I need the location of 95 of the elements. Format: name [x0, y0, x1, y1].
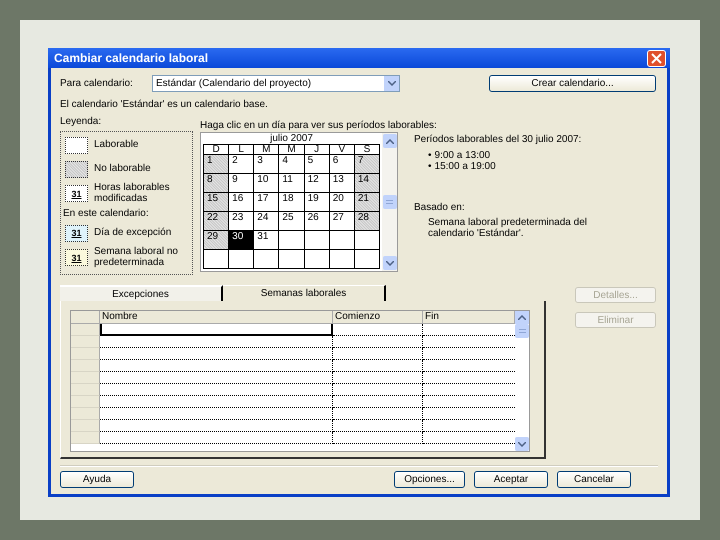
- legend-swatch: 31: [65, 249, 88, 266]
- empty-day-cell: [279, 231, 305, 250]
- scroll-bar[interactable]: [382, 133, 397, 271]
- calendar-day[interactable]: 29: [204, 231, 230, 250]
- empty-day-cell: [330, 250, 355, 269]
- row-header: [71, 384, 100, 396]
- scroll-thumb[interactable]: [515, 324, 529, 338]
- bullet-icon: •: [428, 150, 432, 161]
- close-button[interactable]: [647, 50, 666, 66]
- legend-label: Laborable: [94, 140, 138, 150]
- dialog-button[interactable]: Cancelar: [557, 471, 631, 488]
- empty-day-cell: [304, 250, 330, 269]
- legend-swatch: 31: [65, 224, 88, 242]
- tab[interactable]: Semanas laborales: [223, 285, 386, 301]
- column-header: Nombre: [100, 311, 333, 324]
- legend-subheading: En este calendario:: [63, 208, 150, 219]
- row-header: [71, 360, 100, 372]
- calendar-day[interactable]: 1: [204, 155, 230, 174]
- scroll-down-icon: [382, 256, 396, 270]
- close-icon: [650, 52, 663, 64]
- weekday-header: M: [254, 145, 280, 155]
- help-button[interactable]: Ayuda: [60, 471, 134, 488]
- periods-heading: Períodos laborables del 30 julio 2007:: [414, 134, 582, 145]
- calendar-day[interactable]: 15: [204, 193, 230, 212]
- calendar-day[interactable]: 31: [254, 231, 280, 250]
- tab[interactable]: Excepciones: [60, 285, 223, 301]
- calendar-day[interactable]: 16: [229, 193, 254, 212]
- row-header: [71, 348, 100, 360]
- calendar-day[interactable]: 28: [354, 212, 380, 231]
- empty-day-cell: [354, 231, 380, 250]
- weekday-header: V: [330, 145, 355, 155]
- calendar-day[interactable]: 9: [229, 174, 254, 193]
- calendar-dropdown[interactable]: Estándar (Calendario del proyecto): [152, 74, 400, 92]
- weekday-header: L: [229, 145, 254, 155]
- empty-day-cell: [229, 250, 254, 269]
- calendar-day[interactable]: 19: [304, 193, 330, 212]
- legend-swatch: [65, 160, 88, 178]
- calendar-day[interactable]: 25: [279, 212, 305, 231]
- legend-label: No laborable: [94, 164, 151, 174]
- month-title: julio 2007: [268, 134, 314, 144]
- calendar-day[interactable]: 14: [354, 174, 380, 193]
- row-header: [71, 408, 100, 420]
- row-header: [71, 432, 100, 444]
- scroll-thumb[interactable]: [382, 195, 396, 209]
- window-title: Cambiar calendario laboral: [54, 51, 208, 65]
- weekday-header: J: [304, 145, 330, 155]
- empty-day-cell: [254, 250, 280, 269]
- scroll-up-icon: [382, 134, 396, 148]
- calendar-day[interactable]: 22: [204, 212, 230, 231]
- scroll-bar[interactable]: [515, 324, 529, 451]
- based-on-heading: Basado en:: [414, 202, 466, 213]
- period-text: 15:00 a 19:00: [434, 161, 496, 172]
- legend-label: Semana laboral no predeterminada: [94, 247, 179, 268]
- calendar-label: Para calendario:: [60, 78, 134, 88]
- empty-day-cell: [330, 231, 355, 250]
- calendar-day[interactable]: 5: [304, 155, 330, 174]
- calendar-day[interactable]: 4: [279, 155, 305, 174]
- calendar-day[interactable]: 17: [254, 193, 280, 212]
- legend-swatch: 31: [65, 185, 88, 202]
- calendar-day[interactable]: 24: [254, 212, 280, 231]
- calendar-prompt: Haga clic en un día para ver sus períodos laborables:: [200, 120, 437, 132]
- scroll-up-icon: [515, 311, 529, 324]
- legend-swatch: [65, 136, 88, 154]
- bullet-icon: •: [428, 161, 432, 172]
- calendar-day[interactable]: 18: [279, 193, 305, 212]
- calendar-day[interactable]: 12: [304, 174, 330, 193]
- row-header: [71, 420, 100, 432]
- row-header: [71, 372, 100, 384]
- calendar-day[interactable]: 8: [204, 174, 230, 193]
- calendar-day[interactable]: 2: [229, 155, 254, 174]
- dialog-button[interactable]: Opciones...: [394, 471, 465, 488]
- row-header: [71, 336, 100, 348]
- weekday-header: M: [279, 145, 305, 155]
- based-on-text: Semana laboral predeterminada del calendario 'Estándar'.: [427, 217, 588, 239]
- legend-label: Horas laborables modificadas: [94, 183, 171, 204]
- empty-day-cell: [354, 250, 380, 269]
- empty-day-cell: [304, 231, 330, 250]
- focused-cell[interactable]: [100, 324, 333, 336]
- empty-day-cell: [279, 250, 305, 269]
- calendar-day[interactable]: 21: [354, 193, 380, 212]
- calendar-day[interactable]: 11: [279, 174, 305, 193]
- row-header: [71, 396, 100, 408]
- calendar-day[interactable]: 26: [304, 212, 330, 231]
- calendar-day[interactable]: 10: [254, 174, 280, 193]
- legend-label: Día de excepción: [94, 228, 172, 238]
- period-text: 9:00 a 13:00: [434, 150, 490, 161]
- column-header: Comienzo: [333, 311, 423, 324]
- base-calendar-note: El calendario 'Estándar' es un calendario base.: [60, 99, 269, 110]
- create-calendar-button[interactable]: Crear calendario...: [489, 74, 656, 92]
- scroll-down-icon: [515, 437, 529, 451]
- legend-heading: Leyenda:: [60, 116, 102, 128]
- calendar-day[interactable]: 30: [229, 231, 254, 250]
- calendar-day[interactable]: 3: [254, 155, 280, 174]
- calendar-day[interactable]: 7: [354, 155, 380, 174]
- dialog-button[interactable]: Aceptar: [474, 471, 548, 488]
